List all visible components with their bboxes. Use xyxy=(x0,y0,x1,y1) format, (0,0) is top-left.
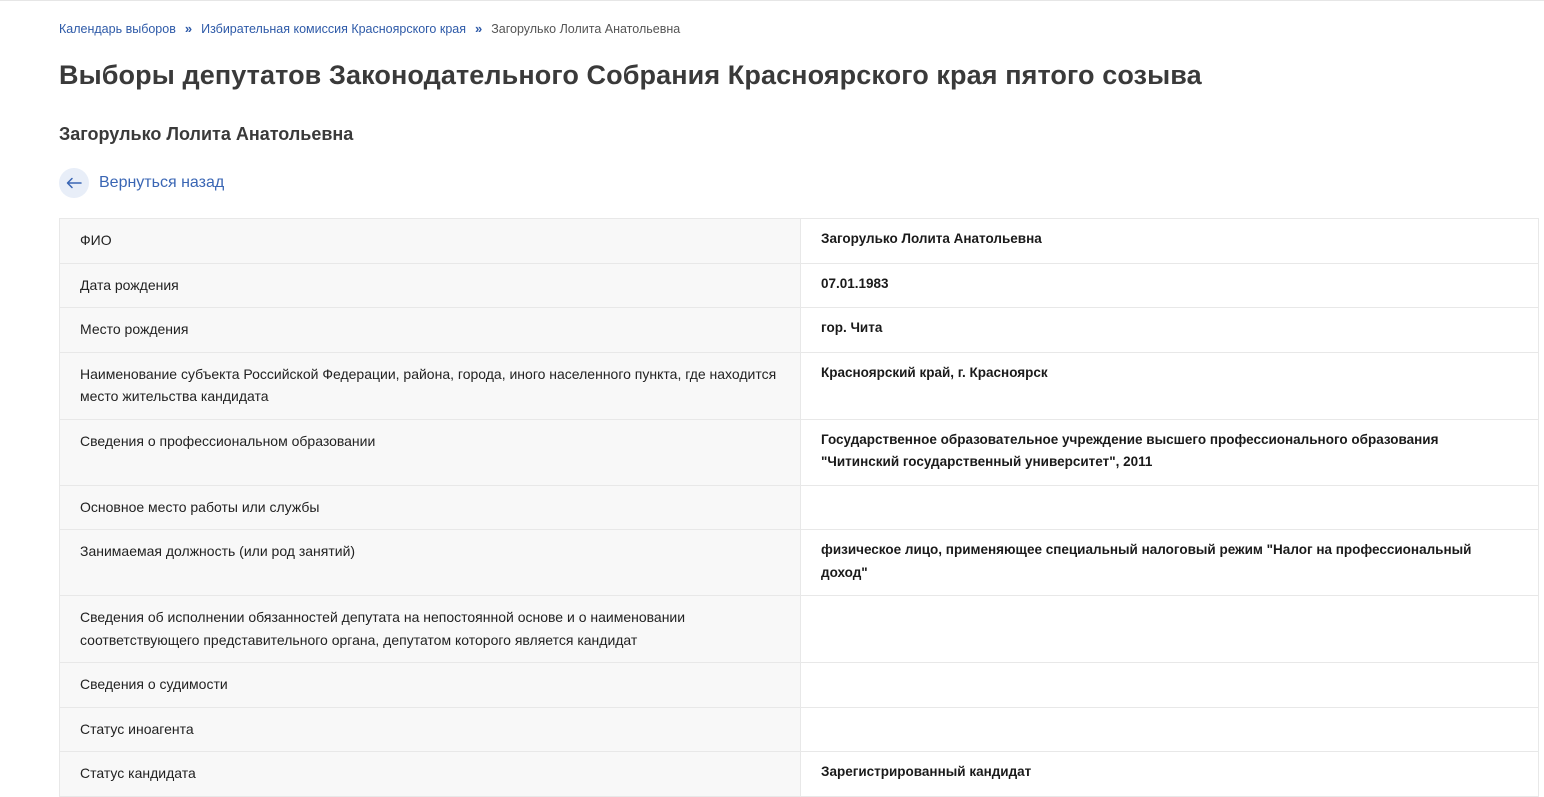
field-value: физическое лицо, применяющее специальный… xyxy=(800,529,1539,596)
field-label: ФИО xyxy=(59,218,801,264)
breadcrumb-current: Загорулько Лолита Анатольевна xyxy=(491,21,681,36)
field-value: 07.01.1983 xyxy=(800,262,1539,308)
breadcrumb-link-commission[interactable]: Избирательная комиссия Красноярского кра… xyxy=(201,22,466,36)
table-row: Наименование субъекта Российской Федерац… xyxy=(59,351,1539,420)
breadcrumb-separator: » xyxy=(184,21,193,36)
table-row: Сведения об исполнении обязанностей депу… xyxy=(59,595,1539,663)
field-label: Наименование субъекта Российской Федерац… xyxy=(59,351,801,420)
back-button[interactable]: Вернуться назад xyxy=(59,168,224,198)
candidate-name-heading: Загорулько Лолита Анатольевна xyxy=(59,124,354,144)
page-title: Выборы депутатов Законодательного Собран… xyxy=(59,60,1202,90)
field-value: гор. Чита xyxy=(800,307,1539,353)
breadcrumb-link-calendar[interactable]: Календарь выборов xyxy=(59,22,176,36)
field-value: Зарегистрированный кандидат xyxy=(800,751,1539,797)
table-row: Занимаемая должность (или род занятий) фи… xyxy=(59,529,1539,596)
field-value: Загорулько Лолита Анатольевна xyxy=(800,218,1539,264)
table-row: Статус иноагента xyxy=(59,706,1539,752)
field-label: Основное место работы или службы xyxy=(59,484,801,530)
candidate-info-table: ФИО Загорулько Лолита Анатольевна Дата рож… xyxy=(59,218,1539,797)
top-divider xyxy=(0,0,1544,1)
back-button-label: Вернуться назад xyxy=(99,174,225,191)
field-label: Сведения о судимости xyxy=(59,662,801,708)
table-row: ФИО Загорулько Лолита Анатольевна xyxy=(59,218,1539,264)
field-label: Сведения об исполнении обязанностей депу… xyxy=(59,595,801,663)
field-label: Сведения о профессиональном образовании xyxy=(59,418,801,486)
table-row: Основное место работы или службы xyxy=(59,484,1539,530)
field-value xyxy=(800,706,1539,752)
field-value xyxy=(800,662,1539,708)
breadcrumb: Календарь выборов » Избирательная комисс… xyxy=(59,21,680,36)
field-label: Статус кандидата xyxy=(59,751,801,797)
field-label: Дата рождения xyxy=(59,262,801,308)
table-row: Дата рождения 07.01.1983 xyxy=(59,262,1539,308)
table-row: Сведения о профессиональном образовании Г… xyxy=(59,418,1539,486)
field-value xyxy=(800,484,1539,530)
field-label: Занимаемая должность (или род занятий) xyxy=(59,529,801,596)
arrow-left-icon xyxy=(59,168,89,198)
field-value: Красноярский край, г. Красноярск xyxy=(800,351,1539,420)
table-row: Сведения о судимости xyxy=(59,662,1539,708)
table-row: Статус кандидата Зарегистрированный канди… xyxy=(59,751,1539,797)
field-value xyxy=(800,595,1539,663)
field-label: Место рождения xyxy=(59,307,801,353)
field-value: Государственное образовательное учрежден… xyxy=(800,418,1539,486)
breadcrumb-separator: » xyxy=(475,21,483,36)
field-label: Статус иноагента xyxy=(59,706,801,752)
table-row: Место рождения гор. Чита xyxy=(59,307,1539,353)
